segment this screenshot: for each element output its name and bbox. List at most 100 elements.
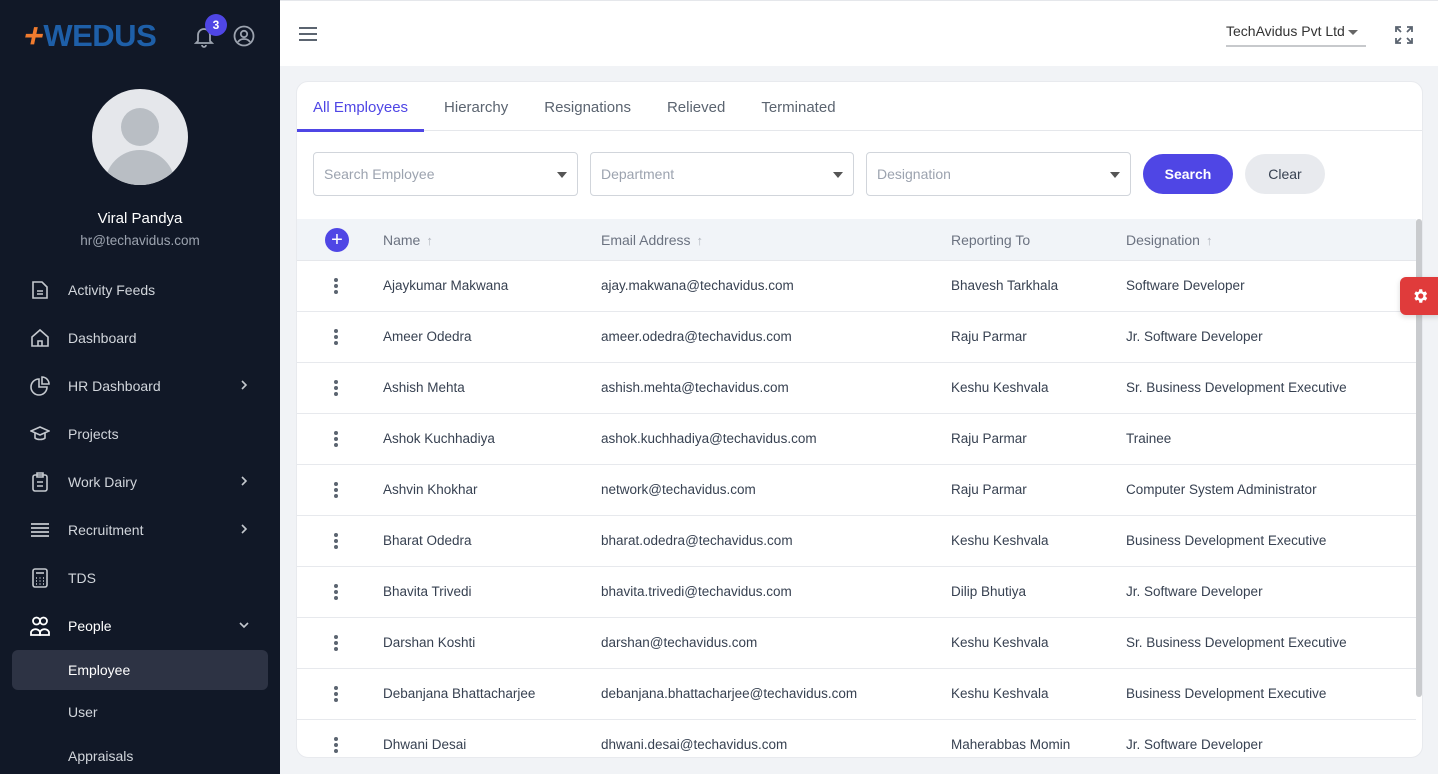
column-header-reporting-to[interactable]: Reporting To xyxy=(951,232,1030,248)
cell-name: Ameer Odedra xyxy=(383,329,472,344)
column-header-name[interactable]: Name ↑ xyxy=(383,232,433,248)
more-vertical-icon[interactable] xyxy=(333,380,339,398)
cell-email: bharat.odedra@techavidus.com xyxy=(601,533,793,548)
chevron-right-icon xyxy=(241,380,248,390)
caret-down-icon xyxy=(833,172,843,178)
chevron-right-icon xyxy=(241,524,248,534)
settings-button[interactable] xyxy=(1400,277,1438,315)
designation-placeholder: Designation xyxy=(877,166,951,182)
table-row[interactable]: Bharat Odedra bharat.odedra@techavidus.co… xyxy=(297,516,1416,567)
topbar: TechAvidus Pvt Ltd xyxy=(280,0,1438,66)
more-vertical-icon[interactable] xyxy=(333,635,339,653)
avatar[interactable] xyxy=(92,89,188,185)
brand-row: + WEDUS 3 xyxy=(0,0,280,72)
sidebar: + WEDUS 3 Viral Pandya hr@techavidus.com… xyxy=(0,0,280,774)
tab-all-employees[interactable]: All Employees xyxy=(297,82,425,132)
column-header-email[interactable]: Email Address ↑ xyxy=(601,232,703,248)
cell-reporting-to: Raju Parmar xyxy=(951,482,1027,497)
sidebar-nav: Activity Feeds Dashboard HR Dashboard Pr… xyxy=(0,266,280,774)
sidebar-item-activity-feeds[interactable]: Activity Feeds xyxy=(0,266,280,314)
gear-icon xyxy=(1414,289,1428,303)
cell-email: bhavita.trivedi@techavidus.com xyxy=(601,584,792,599)
cell-reporting-to: Raju Parmar xyxy=(951,431,1027,446)
designation-select[interactable]: Designation xyxy=(866,152,1131,196)
tab-relieved[interactable]: Relieved xyxy=(651,82,741,131)
more-vertical-icon[interactable] xyxy=(333,584,339,602)
table-row[interactable]: Ajaykumar Makwana ajay.makwana@techavidus… xyxy=(297,261,1416,312)
more-vertical-icon[interactable] xyxy=(333,329,339,347)
more-vertical-icon[interactable] xyxy=(333,482,339,500)
table-header: + Name ↑ Email Address ↑ Reporting To De… xyxy=(297,219,1416,261)
table-row[interactable]: Ashok Kuchhadiya ashok.kuchhadiya@techavi… xyxy=(297,414,1416,465)
add-employee-button[interactable]: + xyxy=(325,228,349,252)
cell-name: Debanjana Bhattacharjee xyxy=(383,686,536,701)
more-vertical-icon[interactable] xyxy=(333,737,339,755)
account-circle-icon[interactable] xyxy=(233,25,255,47)
sidebar-item-work-dairy[interactable]: Work Dairy xyxy=(0,458,280,506)
search-button[interactable]: Search xyxy=(1143,154,1233,194)
more-vertical-icon[interactable] xyxy=(333,686,339,704)
fullscreen-icon[interactable] xyxy=(1394,25,1414,45)
table-row[interactable]: Ameer Odedra ameer.odedra@techavidus.com R… xyxy=(297,312,1416,363)
sidebar-item-label: Projects xyxy=(68,426,119,442)
table-row[interactable]: Dhwani Desai dhwani.desai@techavidus.com M… xyxy=(297,720,1416,757)
tab-bar: All Employees Hierarchy Resignations Rel… xyxy=(297,82,1422,132)
sidebar-subitem-appraisals[interactable]: Appraisals xyxy=(12,734,268,774)
sidebar-subitem-label: Employee xyxy=(68,662,131,678)
sidebar-item-recruitment[interactable]: Recruitment xyxy=(0,506,280,554)
table-row[interactable]: Debanjana Bhattacharjee debanjana.bhattac… xyxy=(297,669,1416,720)
cell-designation: Jr. Software Developer xyxy=(1126,329,1263,344)
tab-terminated[interactable]: Terminated xyxy=(745,82,851,131)
department-select[interactable]: Department xyxy=(590,152,854,196)
caret-down-icon xyxy=(1110,172,1120,178)
column-label: Reporting To xyxy=(951,232,1031,248)
sort-arrow-icon: ↑ xyxy=(426,232,433,248)
sidebar-subitem-user[interactable]: User xyxy=(12,690,268,734)
table-row[interactable]: Ashvin Khokhar network@techavidus.com Raju… xyxy=(297,465,1416,516)
clear-button[interactable]: Clear xyxy=(1245,154,1325,194)
cell-designation: Computer System Administrator xyxy=(1126,482,1317,497)
chevron-right-icon xyxy=(241,476,248,486)
table-row[interactable]: Bhavita Trivedi bhavita.trivedi@techavidu… xyxy=(297,567,1416,618)
cell-email: debanjana.bhattacharjee@techavidus.com xyxy=(601,686,858,701)
cell-name: Ashish Mehta xyxy=(383,380,465,395)
tab-resignations[interactable]: Resignations xyxy=(528,82,647,131)
user-email: hr@techavidus.com xyxy=(80,233,200,248)
cell-reporting-to: Keshu Keshvala xyxy=(951,686,1049,701)
sidebar-item-label: Dashboard xyxy=(68,330,137,346)
user-name: Viral Pandya xyxy=(97,210,183,227)
calculator-icon xyxy=(30,568,50,588)
sidebar-item-projects[interactable]: Projects xyxy=(0,410,280,458)
tab-hierarchy[interactable]: Hierarchy xyxy=(428,82,524,131)
users-icon xyxy=(30,616,50,636)
cell-name: Darshan Koshti xyxy=(383,635,476,650)
list-icon xyxy=(30,520,50,540)
sidebar-item-people[interactable]: People xyxy=(0,602,280,650)
sidebar-subitem-employee[interactable]: Employee xyxy=(12,650,268,690)
column-label: Email Address xyxy=(601,232,691,248)
sidebar-item-tds[interactable]: TDS xyxy=(0,554,280,602)
column-header-designation[interactable]: Designation ↑ xyxy=(1126,232,1212,248)
column-label: Designation xyxy=(1126,232,1200,248)
department-placeholder: Department xyxy=(601,166,675,182)
sidebar-item-label: TDS xyxy=(68,570,96,586)
cell-designation: Jr. Software Developer xyxy=(1126,737,1263,752)
cell-email: ashish.mehta@techavidus.com xyxy=(601,380,789,395)
table-row[interactable]: Darshan Koshti darshan@techavidus.com Kesh… xyxy=(297,618,1416,669)
employee-search-select[interactable]: Search Employee xyxy=(313,152,578,196)
sidebar-item-dashboard[interactable]: Dashboard xyxy=(0,314,280,362)
table-body: Ajaykumar Makwana ajay.makwana@techavidus… xyxy=(297,261,1416,757)
more-vertical-icon[interactable] xyxy=(333,278,339,296)
pie-chart-icon xyxy=(30,376,50,396)
table-row[interactable]: Ashish Mehta ashish.mehta@techavidus.com K… xyxy=(297,363,1416,414)
logo[interactable]: + WEDUS xyxy=(20,17,157,56)
cell-designation: Sr. Business Development Executive xyxy=(1126,635,1347,650)
more-vertical-icon[interactable] xyxy=(333,431,339,449)
more-vertical-icon[interactable] xyxy=(333,533,339,551)
sidebar-item-hr-dashboard[interactable]: HR Dashboard xyxy=(0,362,280,410)
document-icon xyxy=(30,280,50,300)
cell-reporting-to: Keshu Keshvala xyxy=(951,533,1049,548)
chevron-down-icon xyxy=(239,622,249,629)
company-select[interactable]: TechAvidus Pvt Ltd xyxy=(1226,19,1366,47)
hamburger-menu-icon[interactable] xyxy=(298,25,318,43)
